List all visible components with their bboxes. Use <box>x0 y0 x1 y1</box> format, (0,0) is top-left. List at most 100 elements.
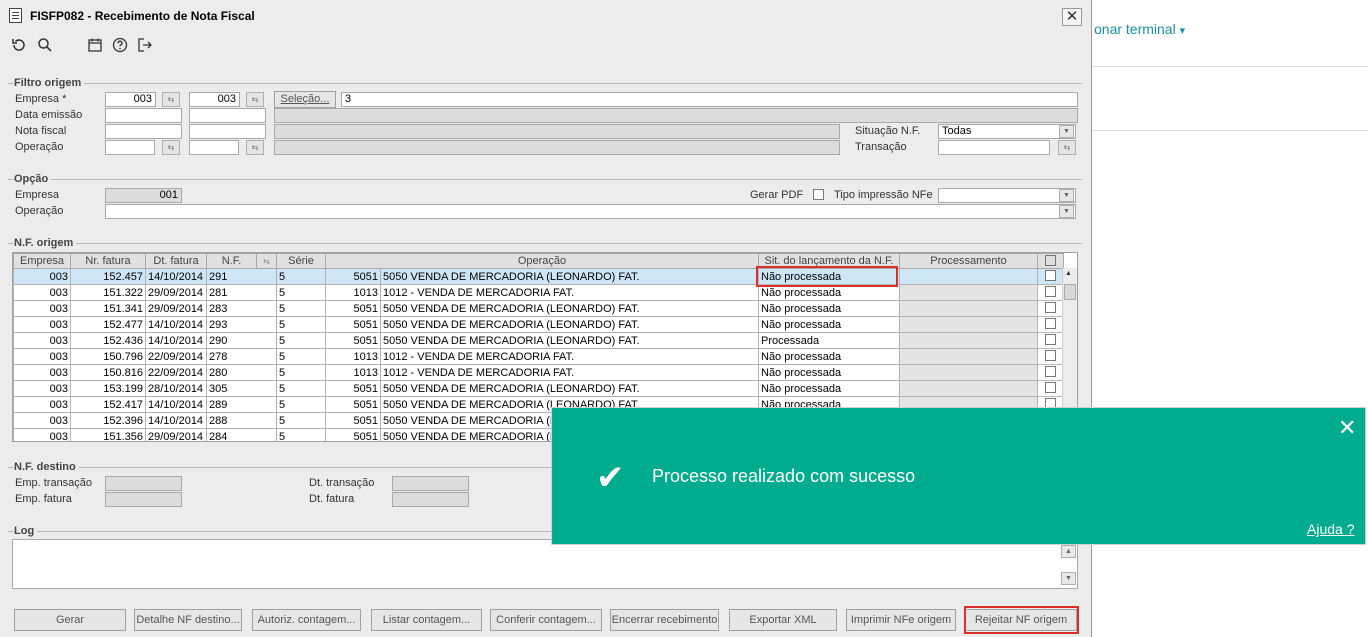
transacao-input[interactable] <box>938 140 1050 155</box>
data-emissao-from-input[interactable] <box>105 108 182 123</box>
row-checkbox[interactable] <box>1045 286 1056 297</box>
background-divider <box>1090 130 1368 131</box>
operacao-to-input[interactable] <box>189 140 239 155</box>
table-row[interactable]: 003 150.796 22/09/2014 278 5 1013 1012 - VENDA… <box>13 348 1064 365</box>
col-nr-fatura[interactable]: Nr. fatura <box>70 253 146 269</box>
cell-nf: 289 <box>206 396 277 413</box>
row-checkbox-cell <box>1037 380 1064 397</box>
log-textarea[interactable] <box>12 539 1078 589</box>
table-row[interactable]: 003 151.322 29/09/2014 281 5 1013 1012 - VENDA… <box>13 284 1064 301</box>
close-icon[interactable]: ✕ <box>1338 415 1356 441</box>
dt-transacao-field <box>392 476 469 491</box>
emp-transacao-label: Emp. transação <box>15 477 93 489</box>
cell-dt-fatura: 22/09/2014 <box>145 364 207 381</box>
selecao-input[interactable]: 3 <box>341 92 1078 107</box>
conferir-contagem-button[interactable]: Conferir contagem... <box>490 609 602 631</box>
nf-origem-title: N.F. origem <box>14 237 77 249</box>
cell-nr-fatura: 152.396 <box>70 412 146 429</box>
gerar-button[interactable]: Gerar <box>14 609 126 631</box>
table-row[interactable]: 003 152.457 14/10/2014 291 5 5051 5050 VENDA D… <box>13 268 1064 285</box>
toast-help-link[interactable]: Ajuda ? <box>1307 521 1354 537</box>
help-icon[interactable] <box>111 37 129 55</box>
scroll-up-icon[interactable]: ▲ <box>1061 545 1076 558</box>
table-row[interactable]: 003 152.436 14/10/2014 290 5 5051 5050 VENDA D… <box>13 332 1064 349</box>
row-checkbox[interactable] <box>1045 350 1056 361</box>
filtro-group <box>8 83 1082 84</box>
row-checkbox[interactable] <box>1045 366 1056 377</box>
cell-nf: 284 <box>206 428 277 441</box>
chevron-down-icon[interactable]: ▼ <box>1059 205 1074 218</box>
cell-processamento <box>899 284 1038 301</box>
table-row[interactable]: 003 152.477 14/10/2014 293 5 5051 5050 VENDA D… <box>13 316 1064 333</box>
cell-processamento <box>899 300 1038 317</box>
col-nf[interactable]: N.F. <box>206 253 257 269</box>
lookup-icon[interactable]: ⇆ <box>246 92 264 107</box>
chevron-down-icon[interactable]: ▼ <box>1059 125 1074 138</box>
tipo-impressao-label: Tipo impressão NFe <box>834 189 933 201</box>
chevron-down-icon: ▾ <box>1179 25 1186 37</box>
cell-serie: 5 <box>276 268 326 285</box>
chevron-down-icon[interactable]: ▼ <box>1059 189 1074 202</box>
nota-fiscal-from-input[interactable] <box>105 124 182 139</box>
col-serie[interactable]: Série <box>276 253 326 269</box>
imprimir-nfe-origem-button[interactable]: Imprimir NFe origem <box>846 609 956 631</box>
row-checkbox[interactable] <box>1045 270 1056 281</box>
col-operacao[interactable]: Operação <box>325 253 759 269</box>
operacao-from-input[interactable] <box>105 140 155 155</box>
nota-fiscal-to-input[interactable] <box>189 124 266 139</box>
row-checkbox[interactable] <box>1045 334 1056 345</box>
exportar-xml-button[interactable]: Exportar XML <box>729 609 837 631</box>
detalhe-nf-destino-button[interactable]: Detalhe NF destino... <box>134 609 242 631</box>
opcao-operacao-select[interactable] <box>105 204 1076 219</box>
data-emissao-to-input[interactable] <box>189 108 266 123</box>
gerar-pdf-checkbox[interactable] <box>813 189 824 200</box>
row-checkbox[interactable] <box>1045 302 1056 313</box>
col-empresa[interactable]: Empresa <box>13 253 71 269</box>
log-title: Log <box>14 525 38 537</box>
tipo-impressao-select[interactable] <box>938 188 1076 203</box>
filtro-title: Filtro origem <box>14 77 85 89</box>
cell-processamento <box>899 332 1038 349</box>
cell-empresa: 003 <box>13 284 71 301</box>
background-link[interactable]: onar terminal ▾ <box>1094 21 1185 37</box>
cell-processamento <box>899 268 1038 285</box>
lookup-icon[interactable]: ⇆ <box>162 92 180 107</box>
row-checkbox[interactable] <box>1045 318 1056 329</box>
nota-description-field <box>274 124 840 139</box>
refresh-icon[interactable] <box>10 37 28 55</box>
scroll-up-icon[interactable]: ▲ <box>1065 270 1072 277</box>
empresa-from-input[interactable]: 003 <box>105 92 156 107</box>
table-row[interactable]: 003 153.199 28/10/2014 305 5 5051 5050 VENDA D… <box>13 380 1064 397</box>
cell-dt-fatura: 14/10/2014 <box>145 316 207 333</box>
col-select-all[interactable] <box>1037 253 1064 269</box>
listar-contagem-button[interactable]: Listar contagem... <box>371 609 482 631</box>
close-window-button[interactable]: ✕ <box>1062 8 1082 26</box>
search-icon[interactable] <box>36 37 54 55</box>
table-row[interactable]: 003 150.816 22/09/2014 280 5 1013 1012 - VENDA… <box>13 364 1064 381</box>
empresa-to-input[interactable]: 003 <box>189 92 240 107</box>
row-checkbox-cell <box>1037 332 1064 349</box>
encerrar-recebimento-button[interactable]: Encerrar recebimento <box>610 609 719 631</box>
cell-dt-fatura: 28/10/2014 <box>145 380 207 397</box>
col-sort-icon[interactable]: ⇆ <box>256 253 277 269</box>
nf-origem-group <box>8 243 1082 244</box>
col-dt-fatura[interactable]: Dt. fatura <box>145 253 207 269</box>
lookup-icon[interactable]: ⇆ <box>1058 140 1076 155</box>
selecao-button[interactable]: Seleção... <box>274 91 336 108</box>
autoriz-contagem-button[interactable]: Autoriz. contagem... <box>252 609 361 631</box>
scrollbar-thumb[interactable] <box>1064 284 1076 300</box>
cell-nf: 291 <box>206 268 277 285</box>
table-row[interactable]: 003 151.341 29/09/2014 283 5 5051 5050 VENDA D… <box>13 300 1064 317</box>
situacao-label: Situação N.F. <box>855 125 921 137</box>
calendar-icon[interactable] <box>86 37 104 55</box>
lookup-icon[interactable]: ⇆ <box>162 140 180 155</box>
lookup-icon[interactable]: ⇆ <box>246 140 264 155</box>
col-processamento[interactable]: Processamento <box>899 253 1038 269</box>
row-checkbox[interactable] <box>1045 382 1056 393</box>
exit-icon[interactable] <box>136 37 154 55</box>
operacao-label: Operação <box>15 141 64 153</box>
cell-nr-fatura: 153.199 <box>70 380 146 397</box>
situacao-select[interactable]: Todas <box>938 124 1076 139</box>
scroll-down-icon[interactable]: ▼ <box>1061 572 1076 585</box>
document-icon <box>9 8 22 23</box>
